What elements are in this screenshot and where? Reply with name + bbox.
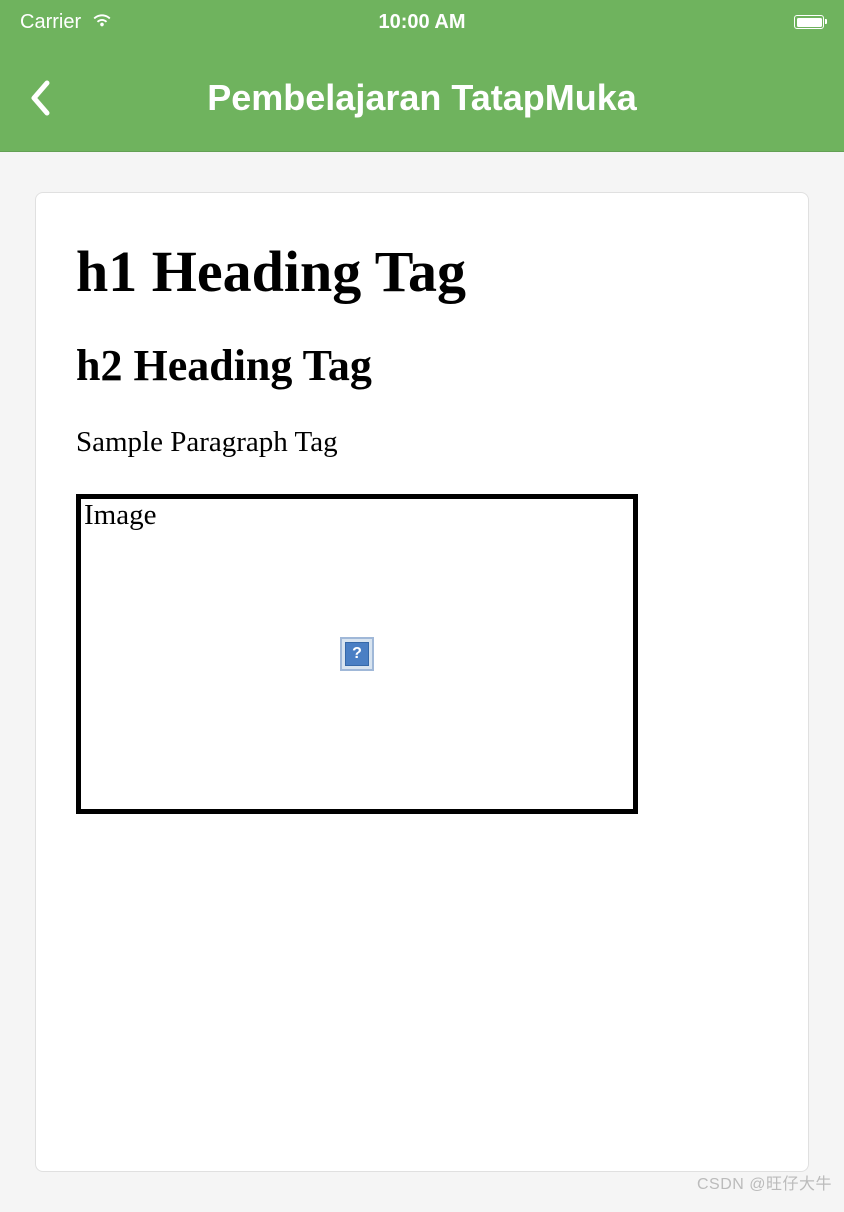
nav-bar: Pembelajaran TatapMuka xyxy=(0,44,844,152)
back-button[interactable] xyxy=(20,78,60,118)
content-card: h1 Heading Tag h2 Heading Tag Sample Par… xyxy=(35,192,809,1172)
wifi-icon xyxy=(91,8,113,36)
content-area: h1 Heading Tag h2 Heading Tag Sample Par… xyxy=(0,152,844,1212)
chevron-left-icon xyxy=(30,80,50,116)
status-time: 10:00 AM xyxy=(378,11,465,34)
question-mark-icon: ? xyxy=(345,642,369,666)
broken-image-icon: ? xyxy=(340,637,374,671)
paragraph: Sample Paragraph Tag xyxy=(76,426,768,459)
status-bar: Carrier 10:00 AM xyxy=(0,0,844,44)
heading-2: h2 Heading Tag xyxy=(76,340,768,391)
battery-icon xyxy=(794,15,824,29)
watermark: CSDN @旺仔大牛 xyxy=(697,1170,832,1194)
status-left: Carrier xyxy=(20,8,113,36)
carrier-label: Carrier xyxy=(20,11,81,34)
image-placeholder: Image ? xyxy=(76,494,638,814)
image-alt-text: Image xyxy=(84,499,156,532)
page-title: Pembelajaran TatapMuka xyxy=(207,77,637,119)
heading-1: h1 Heading Tag xyxy=(76,238,768,305)
